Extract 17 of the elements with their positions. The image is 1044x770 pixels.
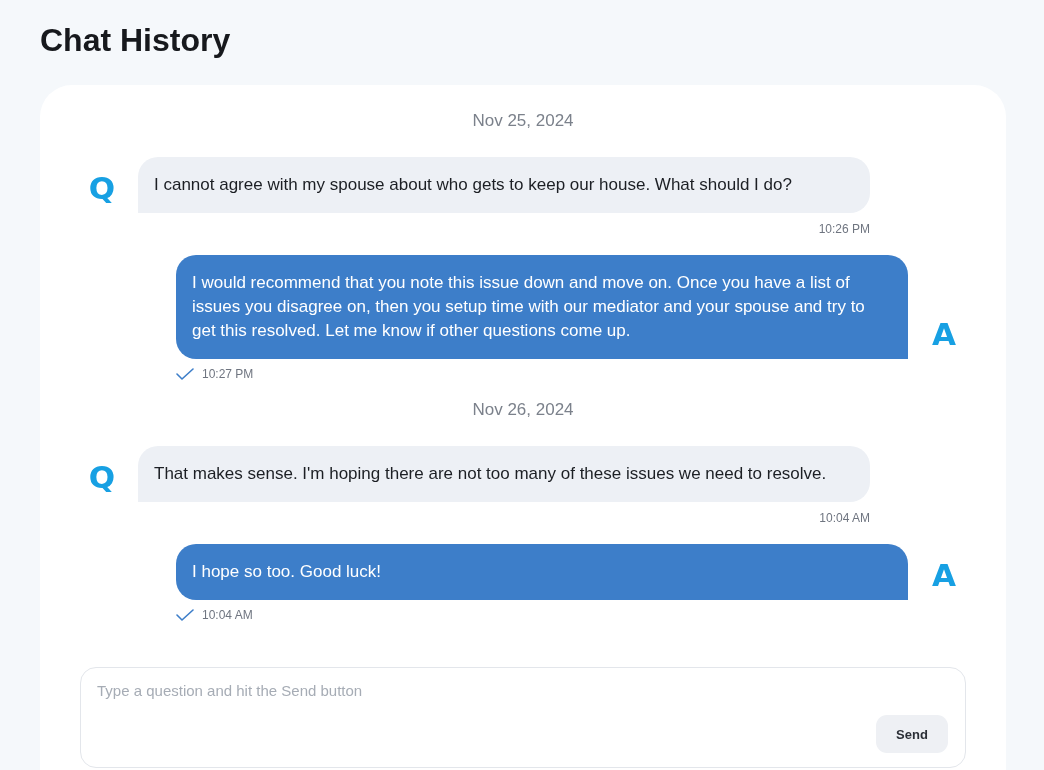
send-button[interactable]: Send [876,715,948,753]
avatar-letter: Q [88,462,116,492]
message-bubble: I cannot agree with my spouse about who gets to keep our house. What should I do? [138,157,870,213]
message-bubble: I hope so too. Good luck! [176,544,908,600]
date-label: Nov 26, 2024 [472,400,574,419]
avatar-letter: Q [88,173,116,203]
message-bubble: That makes sense. I'm hoping there are not too many of these issues we need to resolve. [138,446,870,502]
message-bubble: I would recommend that you note this issue down and move on. Once you have a list of issues you disagree on, then you setup time with our mediator and your spouse and try to get this resolved. Let me know if other questions come up. [176,255,908,359]
question-input-field[interactable]: Type a question and hit the Send button Send [80,667,966,768]
date-label: Nov 25, 2024 [472,111,574,130]
avatar-letter: A [931,560,957,590]
page-title: Chat History [40,21,231,60]
message-time: 10:04 AM [819,510,870,526]
message-time: 10:26 PM [818,221,870,237]
message-time: 10:04 AM [202,607,253,623]
avatar-letter: A [931,319,957,349]
message-time: 10:27 PM [202,366,254,382]
